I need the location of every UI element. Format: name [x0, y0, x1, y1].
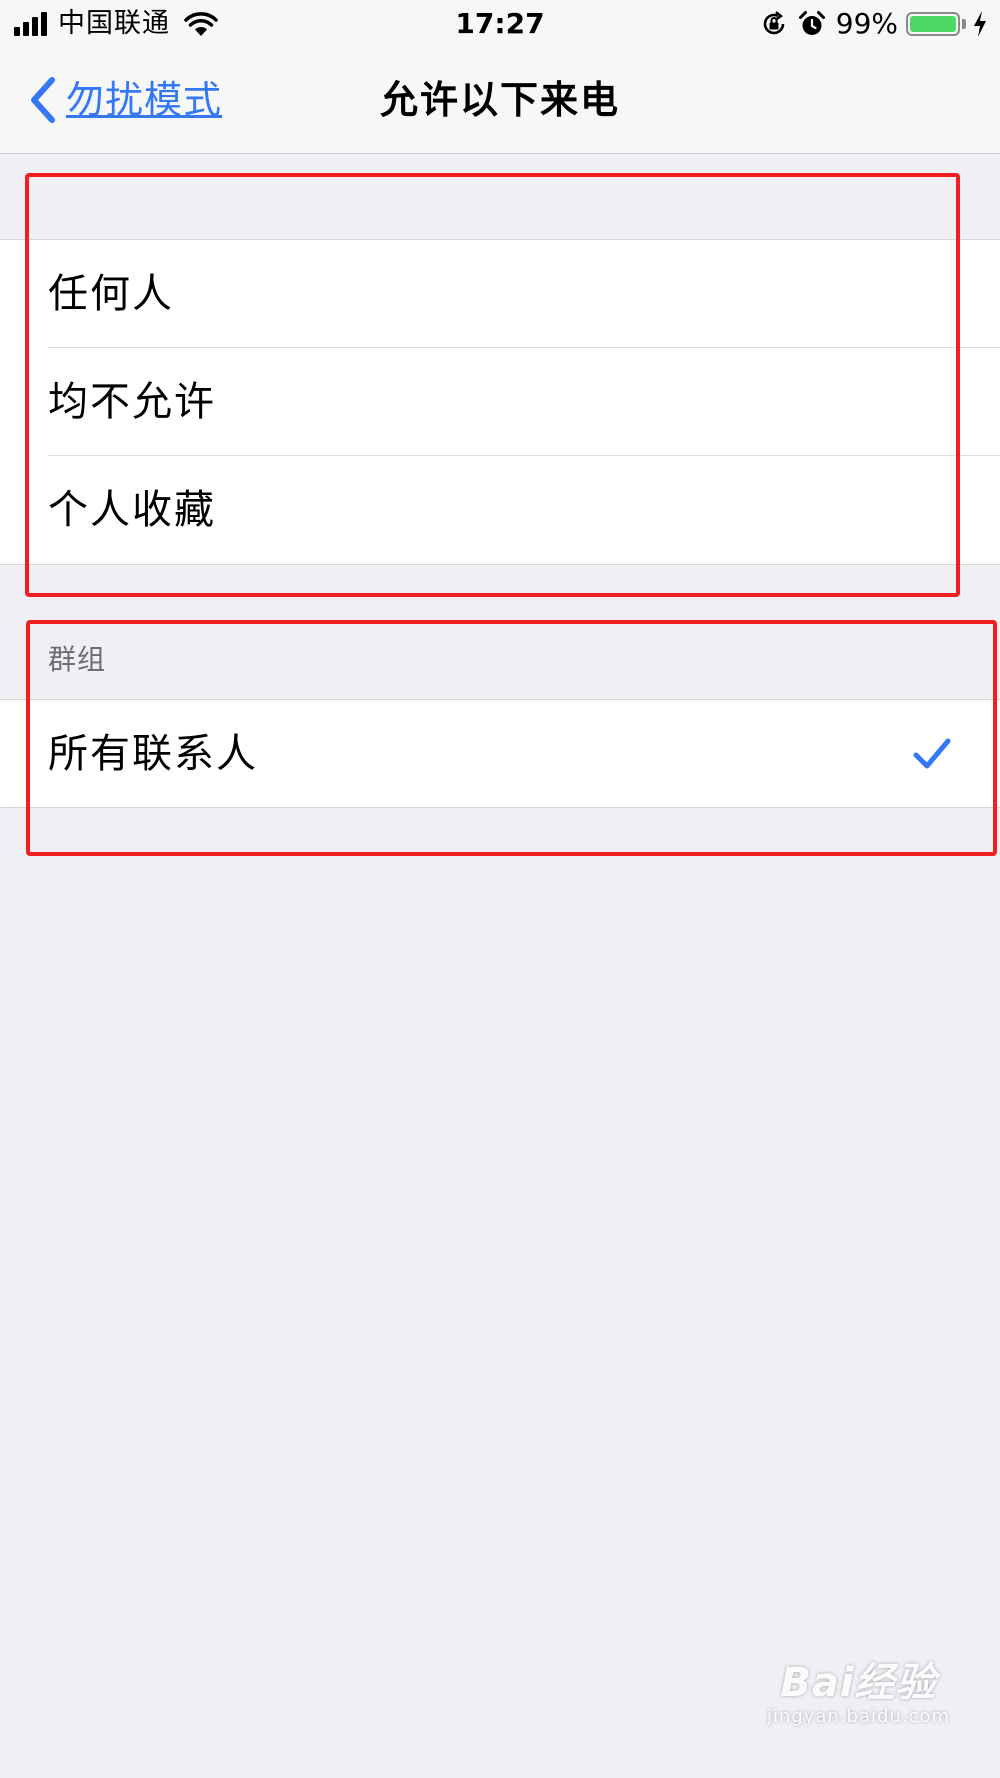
battery-percent: 99% — [835, 7, 898, 40]
watermark-logo: Bai经验 — [780, 1660, 937, 1706]
battery-fill — [910, 16, 956, 32]
alarm-icon — [798, 11, 825, 35]
call-permission-list: 任何人 均不允许 个人收藏 — [0, 239, 1000, 565]
section-header-groups: 群组 — [48, 643, 107, 676]
groups-list: 所有联系人 — [0, 699, 1000, 808]
battery-icon — [906, 12, 960, 36]
watermark-url: jingyan.baidu.com — [766, 1706, 950, 1727]
status-bar: 中国联通 17:27 99% — [0, 0, 1000, 48]
list-item-label: 均不允许 — [48, 379, 216, 425]
checkmark-icon — [913, 738, 951, 769]
list-item-label: 个人收藏 — [48, 487, 216, 533]
battery-tip — [962, 19, 966, 29]
orientation-lock-icon — [763, 11, 785, 35]
list-item-favorites[interactable]: 个人收藏 — [0, 456, 1000, 564]
list-item-label: 所有联系人 — [48, 731, 258, 777]
watermark: Bai经验 jingyan.baidu.com — [767, 1660, 950, 1728]
navigation-bar: 勿扰模式 允许以下来电 — [0, 48, 1000, 154]
status-bar-right: 99% — [750, 6, 988, 42]
list-item-no-one[interactable]: 均不允许 — [0, 348, 1000, 456]
list-item-all-contacts[interactable]: 所有联系人 — [0, 700, 1000, 808]
page-title: 允许以下来电 — [379, 78, 620, 122]
list-item-label: 任何人 — [48, 271, 174, 317]
list-item-anyone[interactable]: 任何人 — [0, 240, 1000, 348]
charging-bolt-icon — [974, 11, 986, 37]
